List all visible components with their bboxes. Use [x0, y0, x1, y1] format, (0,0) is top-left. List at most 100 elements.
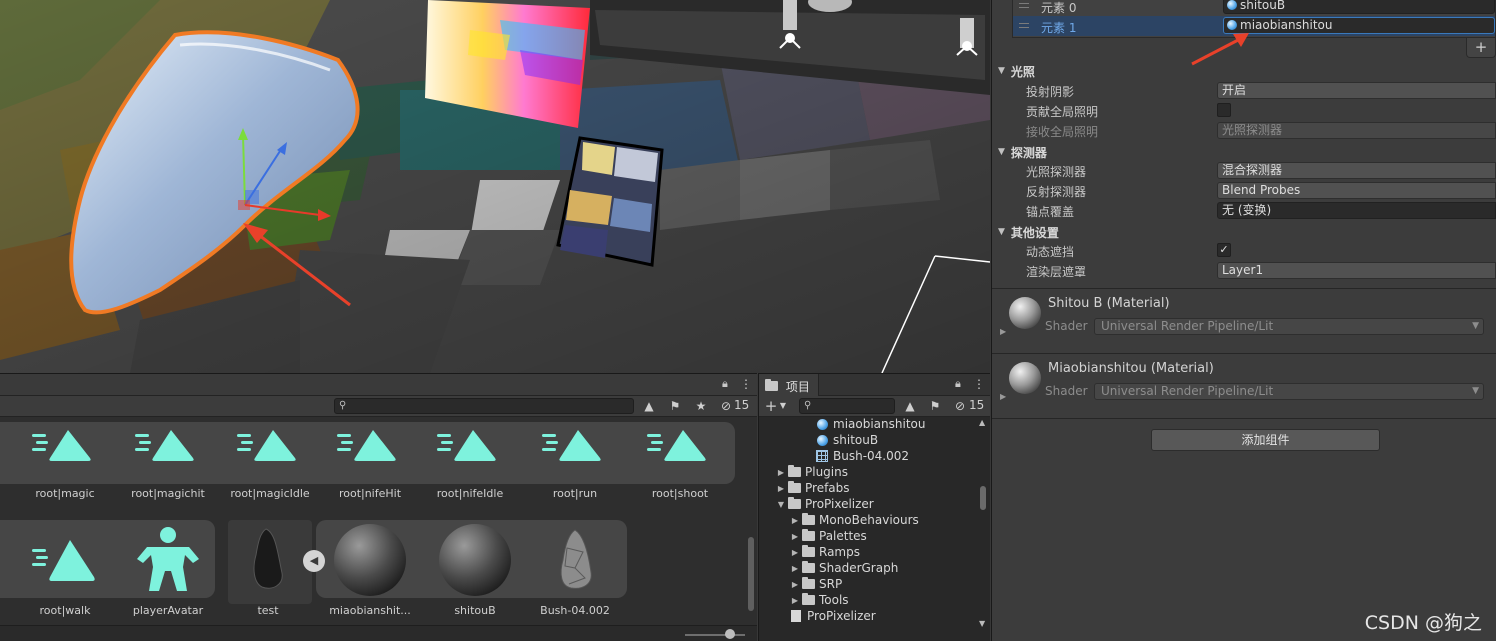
foldout-closed-icon[interactable]: ▶	[789, 564, 801, 573]
foldout-closed-icon[interactable]: ▶	[789, 580, 801, 589]
folder-icon	[787, 481, 801, 493]
hidden-packages-icon[interactable]: ⊘	[718, 398, 734, 414]
element-row-0[interactable]: 元素 0 shitouB	[1013, 0, 1495, 16]
folder-icon	[801, 593, 815, 605]
foldout-closed-icon[interactable]: ▶	[775, 484, 787, 493]
hidden-packages-icon[interactable]: ⊘	[952, 398, 968, 414]
foldout-closed-icon[interactable]: ▶	[1000, 392, 1006, 401]
drag-handle-icon[interactable]	[1019, 3, 1029, 8]
lock-icon[interactable]: 🔒︎	[722, 377, 728, 391]
project-toolbar: + ▼ ⚲ ▲ ⚑ ⊘ 15	[759, 396, 990, 417]
tree-item-propixelizer[interactable]: ProPixelizer	[789, 608, 876, 624]
receive-gi-dropdown[interactable]: 光照探测器	[1217, 122, 1496, 139]
tree-item-label: Ramps	[819, 545, 860, 559]
drag-handle-icon[interactable]	[1019, 23, 1029, 28]
asset-search-input[interactable]: ⚲	[334, 398, 634, 414]
light-probes-dropdown[interactable]: 混合探测器	[1217, 162, 1496, 179]
hidden-count: 15	[734, 398, 750, 412]
scroll-down-icon[interactable]: ▼	[979, 619, 985, 628]
asset-animation-clip[interactable]: root|magicIdle	[220, 414, 320, 500]
asset-animation-clip[interactable]: root|walk	[15, 519, 115, 617]
foldout-closed-icon[interactable]: ▶	[789, 596, 801, 605]
lock-icon[interactable]: 🔒︎	[955, 377, 961, 391]
project-search-input[interactable]: ⚲	[799, 398, 895, 414]
foldout-open-icon: ▼	[998, 147, 1005, 157]
icon-size-slider-track[interactable]	[685, 634, 745, 636]
tree-item-propixelizer[interactable]: ▼ ProPixelizer	[775, 496, 874, 512]
tree-item-tools[interactable]: ▶ Tools	[789, 592, 849, 608]
tree-item-srp[interactable]: ▶ SRP	[789, 576, 842, 592]
animation-clip-icon	[220, 414, 320, 484]
tree-item-monobehaviours[interactable]: ▶ MonoBehaviours	[789, 512, 919, 528]
tab-project[interactable]: 项目	[759, 374, 819, 396]
tree-item-bush-04-002[interactable]: Bush-04.002	[815, 448, 909, 464]
foldout-open-icon[interactable]: ▼	[775, 500, 787, 509]
foldout-closed-icon[interactable]: ▶	[789, 532, 801, 541]
section-other-settings[interactable]: ▼ 其他设置	[998, 223, 1059, 241]
mesh-icon	[525, 519, 625, 601]
contribute-gi-checkbox[interactable]	[1217, 103, 1231, 117]
asset-avatar[interactable]: playerAvatar	[118, 519, 218, 617]
filter-by-label-icon[interactable]: ⚑	[667, 398, 683, 414]
section-title: 其他设置	[1010, 225, 1059, 240]
dynamic-occlusion-checkbox[interactable]: ✓	[1217, 243, 1231, 257]
cast-shadows-dropdown[interactable]: 开启	[1217, 82, 1496, 99]
asset-animation-clip[interactable]: root|nifeIdle	[420, 414, 520, 500]
favorites-star-icon[interactable]: ★	[693, 398, 709, 414]
asset-material[interactable]: shitouB	[425, 519, 525, 617]
asset-animation-clip[interactable]: root|nifeHit	[320, 414, 420, 500]
foldout-closed-icon[interactable]: ▶	[789, 516, 801, 525]
tree-vertical-scrollbar[interactable]: ▲ ▼	[978, 418, 988, 628]
icon-size-slider[interactable]	[725, 629, 735, 639]
filter-by-type-icon[interactable]: ▲	[641, 398, 657, 414]
material-object-field[interactable]: miaobianshitou	[1223, 17, 1495, 34]
watermark-text: CSDN @狗之	[1364, 612, 1482, 634]
asset-material[interactable]: miaobianshit...	[320, 519, 420, 617]
foldout-closed-icon[interactable]: ▶	[1000, 327, 1006, 336]
anchor-override-label: 锚点覆盖	[1026, 205, 1075, 219]
chevron-down-icon[interactable]: ▼	[775, 398, 791, 414]
asset-animation-clip[interactable]: root|magic	[15, 414, 115, 500]
project-tree-panel[interactable]: 项目 🔒︎ ⋮ + ▼ ⚲ ▲ ⚑ ⊘ 15 miaobianshitou shi…	[758, 373, 990, 641]
add-component-button[interactable]: 添加组件	[1151, 429, 1380, 451]
asset-label: root|nifeIdle	[436, 487, 504, 500]
asset-animation-clip[interactable]: root|magichit	[118, 414, 218, 500]
foldout-closed-icon[interactable]: ▶	[775, 468, 787, 477]
filter-by-type-icon[interactable]: ▲	[902, 398, 918, 414]
asset-mesh-test[interactable]: test	[218, 519, 318, 617]
anchor-override-field[interactable]: 无 (变换)	[1217, 202, 1496, 219]
rendering-layer-dropdown[interactable]: Layer1	[1217, 262, 1496, 279]
foldout-closed-icon[interactable]: ▶	[789, 548, 801, 557]
tree-item-palettes[interactable]: ▶ Palettes	[789, 528, 867, 544]
assets-vertical-scrollbar[interactable]	[747, 442, 755, 617]
scroll-up-icon[interactable]: ▲	[979, 418, 985, 427]
scene-view[interactable]	[0, 0, 990, 373]
add-element-button[interactable]: +	[1466, 38, 1496, 58]
tree-item-label: miaobianshitou	[833, 417, 926, 431]
asset-mesh[interactable]: Bush-04.002	[525, 519, 625, 617]
tree-item-label: SRP	[819, 577, 843, 591]
scene-canvas[interactable]	[0, 0, 990, 373]
more-menu-icon[interactable]: ⋮	[971, 376, 987, 392]
inspector-panel[interactable]: 元素 0 shitouB 元素 1 miaobianshitou + ▼ 光照 …	[991, 0, 1496, 641]
project-assets-panel[interactable]: 🔒︎ ⋮ ⚲ ▲ ⚑ ★ ⊘ 15 root|magic root|magichi…	[0, 373, 757, 641]
tree-item-shadergraph[interactable]: ▶ ShaderGraph	[789, 560, 898, 576]
more-menu-icon[interactable]: ⋮	[738, 376, 754, 392]
material-component-miaobianshitou: Miaobianshitou (Material) Shader Univers…	[992, 353, 1496, 417]
tree-item-ramps[interactable]: ▶ Ramps	[789, 544, 860, 560]
tree-item-shitoub[interactable]: shitouB	[815, 432, 878, 448]
reflection-probes-dropdown[interactable]: Blend Probes	[1217, 182, 1496, 199]
shader-dropdown[interactable]: Universal Render Pipeline/Lit ▼	[1094, 383, 1484, 400]
shader-dropdown[interactable]: Universal Render Pipeline/Lit ▼	[1094, 318, 1484, 335]
asset-animation-clip[interactable]: root|shoot	[630, 414, 730, 500]
tree-item-miaobianshitou[interactable]: miaobianshitou	[815, 416, 925, 432]
animation-clip-icon	[320, 414, 420, 484]
tree-item-plugins[interactable]: ▶ Plugins	[775, 464, 848, 480]
material-object-field[interactable]: shitouB	[1223, 0, 1495, 14]
foldout-open-icon: ▼	[998, 227, 1005, 237]
filter-by-label-icon[interactable]: ⚑	[927, 398, 943, 414]
tree-item-prefabs[interactable]: ▶ Prefabs	[775, 480, 850, 496]
section-lighting[interactable]: ▼ 光照	[998, 62, 1035, 80]
asset-animation-clip[interactable]: root|run	[525, 414, 625, 500]
section-probes[interactable]: ▼ 探测器	[998, 143, 1047, 161]
